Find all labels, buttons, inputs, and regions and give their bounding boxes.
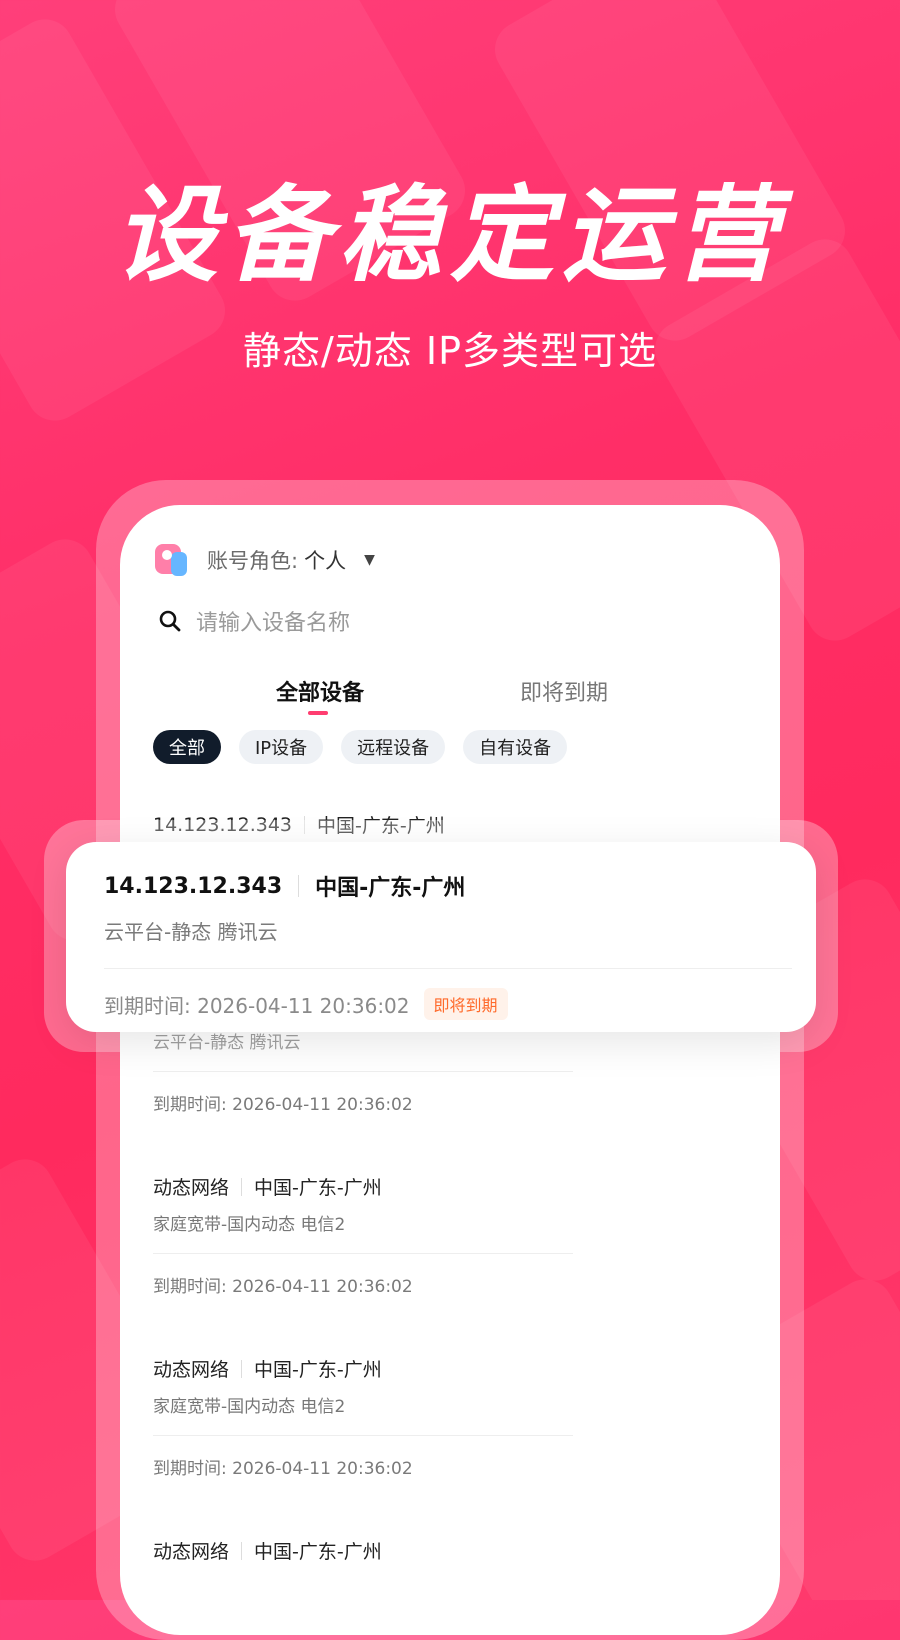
device-expire-time: 到期时间: 2026-04-11 20:36:02: [153, 1095, 413, 1115]
divider: [153, 1435, 573, 1436]
device-row[interactable]: 动态网络 中国-广东-广州 家庭宽带-国内动态 电信2 到期时间: 2026-0…: [153, 1355, 573, 1479]
device-tabs: 全部设备 即将到期: [120, 675, 780, 735]
device-expire-time: 到期时间: 2026-04-11 20:36:02: [153, 1459, 413, 1479]
highlighted-device-card[interactable]: 14.123.12.343 中国-广东-广州 云平台-静态 腾讯云 到期时间: …: [66, 842, 816, 1032]
search-icon: [159, 610, 181, 632]
active-tab-indicator: [308, 711, 328, 715]
account-role-selector[interactable]: 账号角色: 个人 ▼: [155, 540, 375, 580]
device-name: 动态网络: [153, 1359, 230, 1381]
search-placeholder: 请输入设备名称: [196, 611, 351, 636]
chip-own-devices[interactable]: 自有设备: [463, 730, 568, 764]
promo-headline: 设备稳定运营: [113, 174, 786, 296]
chip-remote-devices[interactable]: 远程设备: [341, 730, 446, 764]
device-row[interactable]: 动态网络 中国-广东-广州 家庭宽带-国内动态 电信2 到期时间: 2026-0…: [153, 1173, 573, 1297]
highlight-device-name: 14.123.12.343: [104, 873, 283, 899]
account-role-icon: [155, 544, 189, 576]
promo-subline: 静态/动态 IP多类型可选: [242, 329, 657, 373]
device-list-panel: 账号角色: 个人 ▼ 请输入设备名称 全部设备 即将到期 全部 IP设备 远程设…: [120, 505, 780, 1635]
divider: [241, 1359, 243, 1378]
divider: [104, 968, 792, 969]
device-name: 动态网络: [153, 1541, 230, 1563]
device-location: 中国-广东-广州: [254, 1541, 382, 1563]
filter-chips: 全部 IP设备 远程设备 自有设备: [153, 730, 568, 764]
device-row[interactable]: 动态网络 中国-广东-广州: [153, 1537, 573, 1564]
divider: [241, 1177, 243, 1196]
tab-expiring-soon[interactable]: 即将到期: [520, 675, 608, 707]
divider: [153, 1071, 573, 1072]
divider: [241, 1541, 243, 1560]
account-role-label: 账号角色:: [207, 549, 299, 573]
device-search-field[interactable]: 请输入设备名称: [158, 605, 350, 637]
tab-all-devices[interactable]: 全部设备: [276, 675, 364, 707]
device-location: 中国-广东-广州: [254, 1359, 382, 1381]
device-expire-time: 到期时间: 2026-04-11 20:36:02: [153, 1277, 413, 1297]
divider: [298, 875, 300, 897]
device-subtitle: 家庭宽带-国内动态 电信2: [153, 1397, 346, 1417]
chevron-down-icon: ▼: [364, 552, 375, 568]
highlight-device-subtitle: 云平台-静态 腾讯云: [104, 920, 278, 944]
chip-all[interactable]: 全部: [153, 730, 221, 764]
highlight-expire-time: 到期时间: 2026-04-11 20:36:02: [104, 993, 410, 1018]
device-subtitle: 家庭宽带-国内动态 电信2: [153, 1215, 346, 1235]
highlight-device-location: 中国-广东-广州: [315, 876, 466, 901]
device-name: 动态网络: [153, 1177, 230, 1199]
expiring-badge: 即将到期: [423, 988, 508, 1020]
device-location: 中国-广东-广州: [254, 1177, 382, 1199]
account-role-value: 个人: [304, 549, 347, 573]
divider: [153, 1253, 573, 1254]
chip-ip-devices[interactable]: IP设备: [239, 730, 324, 764]
